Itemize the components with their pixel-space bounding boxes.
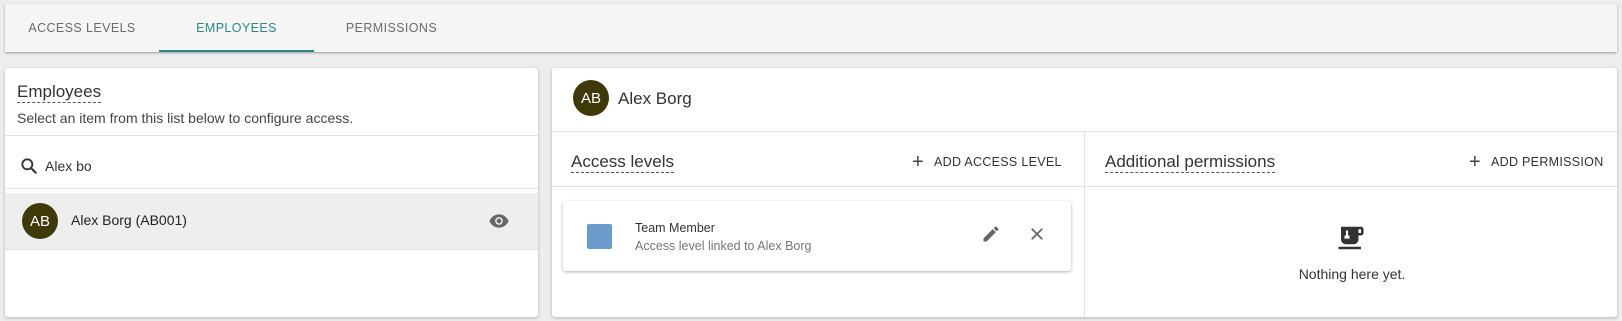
tab-employees[interactable]: EMPLOYEES — [159, 4, 314, 52]
tab-permissions[interactable]: PERMISSIONS — [314, 4, 469, 52]
close-icon[interactable] — [1028, 225, 1046, 243]
employee-search-input[interactable] — [45, 154, 505, 178]
add-permission-label: ADD PERMISSION — [1490, 155, 1604, 169]
access-level-color-swatch — [587, 224, 612, 249]
employee-list-item[interactable]: AB Alex Borg (AB001) — [5, 193, 538, 249]
pencil-icon[interactable] — [981, 224, 1001, 244]
employee-detail-name: Alex Borg — [618, 89, 692, 108]
employees-panel: Employees Select an item from this list … — [5, 68, 538, 317]
empty-state-text: Nothing here yet. — [1298, 266, 1406, 282]
access-level-subtitle: Access level linked to Alex Borg — [635, 239, 812, 253]
employees-title: Employees — [17, 82, 102, 103]
divider — [5, 135, 538, 136]
divider — [5, 249, 538, 250]
employees-subtitle: Select an item from this list below to c… — [17, 110, 354, 126]
divider — [5, 188, 538, 189]
employee-detail-panel: AB Alex Borg Access levels + ADD ACCESS … — [552, 68, 1617, 317]
plus-icon: + — [1469, 151, 1481, 173]
eye-icon[interactable] — [489, 213, 509, 229]
additional-permissions-title: Additional permissions — [1105, 152, 1276, 173]
add-permission-button[interactable]: + ADD PERMISSION — [1469, 146, 1604, 178]
tab-access-levels[interactable]: ACCESS LEVELS — [5, 4, 159, 52]
coffee-cup-icon — [1338, 226, 1364, 250]
avatar: AB — [573, 80, 609, 116]
add-access-level-button[interactable]: + ADD ACCESS LEVEL — [912, 146, 1062, 178]
access-level-title: Team Member — [635, 221, 715, 235]
add-access-level-label: ADD ACCESS LEVEL — [933, 155, 1062, 169]
tab-bar: ACCESS LEVELS EMPLOYEES PERMISSIONS — [5, 4, 1617, 52]
column-divider — [1084, 132, 1085, 317]
search-icon — [21, 158, 37, 174]
divider — [552, 186, 1617, 187]
access-level-item[interactable]: Team Member Access level linked to Alex … — [563, 201, 1071, 271]
employee-name: Alex Borg (AB001) — [71, 212, 187, 228]
avatar: AB — [22, 203, 58, 239]
plus-icon: + — [912, 151, 924, 173]
access-levels-title: Access levels — [571, 152, 674, 173]
